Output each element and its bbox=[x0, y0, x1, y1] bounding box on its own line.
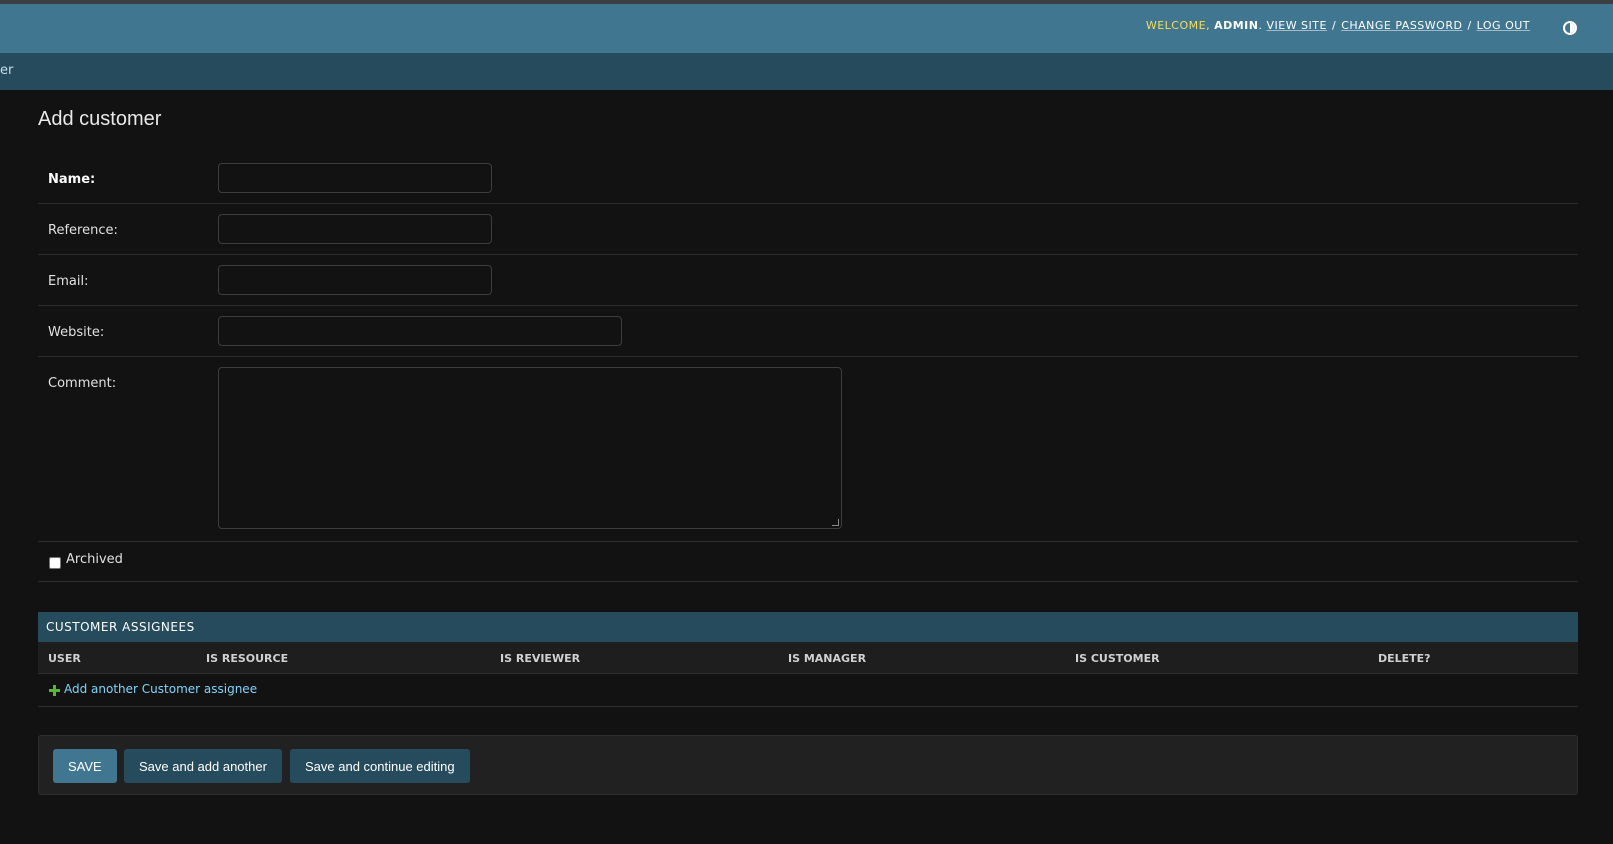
theme-toggle-icon[interactable] bbox=[1563, 21, 1577, 35]
plus-icon bbox=[49, 685, 60, 696]
reference-input[interactable] bbox=[218, 214, 492, 244]
add-another-assignee-link[interactable]: Add another Customer assignee bbox=[64, 682, 257, 696]
comment-label: Comment: bbox=[48, 376, 117, 391]
column-header-is-manager: IS MANAGER bbox=[788, 652, 867, 665]
form-row-archived: Archived bbox=[38, 542, 1578, 582]
form-row-email: Email: bbox=[38, 265, 1578, 306]
form-row-website: Website: bbox=[38, 316, 1578, 357]
user-tools: WELCOME, ADMIN. VIEW SITE / CHANGE PASSW… bbox=[1145, 19, 1530, 32]
add-row: Add another Customer assignee bbox=[38, 674, 1578, 707]
name-label: Name: bbox=[48, 172, 96, 187]
page-title: Add customer bbox=[38, 108, 162, 130]
inline-title: CUSTOMER ASSIGNEES bbox=[46, 620, 195, 634]
email-input[interactable] bbox=[218, 265, 492, 295]
email-label: Email: bbox=[48, 274, 89, 289]
inline-column-headers: USER IS RESOURCE IS REVIEWER IS MANAGER … bbox=[38, 642, 1578, 674]
save-and-add-another-button[interactable]: Save and add another bbox=[124, 749, 282, 783]
view-site-link[interactable]: VIEW SITE bbox=[1266, 19, 1327, 32]
column-header-is-customer: IS CUSTOMER bbox=[1075, 652, 1160, 665]
log-out-link[interactable]: LOG OUT bbox=[1477, 19, 1530, 32]
website-input[interactable] bbox=[218, 316, 622, 346]
column-header-is-resource: IS RESOURCE bbox=[206, 652, 289, 665]
website-label: Website: bbox=[48, 325, 105, 340]
change-password-link[interactable]: CHANGE PASSWORD bbox=[1341, 19, 1462, 32]
customer-assignees-inline: CUSTOMER ASSIGNEES USER IS RESOURCE IS R… bbox=[38, 612, 1578, 707]
form-row-name: Name: bbox=[38, 163, 1578, 204]
username: ADMIN bbox=[1214, 19, 1259, 32]
column-header-user: USER bbox=[48, 652, 81, 665]
save-and-continue-button[interactable]: Save and continue editing bbox=[290, 749, 470, 783]
column-header-is-reviewer: IS REVIEWER bbox=[500, 652, 581, 665]
archived-checkbox[interactable] bbox=[49, 557, 61, 569]
form-row-comment: Comment: bbox=[38, 367, 1578, 542]
breadcrumb: er bbox=[0, 53, 1613, 90]
welcome-text: WELCOME, bbox=[1145, 19, 1211, 32]
breadcrumb-text[interactable]: er bbox=[0, 63, 13, 78]
name-input[interactable] bbox=[218, 163, 492, 193]
save-button[interactable]: SAVE bbox=[53, 749, 117, 783]
inline-header: CUSTOMER ASSIGNEES bbox=[38, 612, 1578, 642]
comment-textarea[interactable] bbox=[218, 367, 842, 529]
archived-label[interactable]: Archived bbox=[66, 552, 123, 567]
site-header: WELCOME, ADMIN. VIEW SITE / CHANGE PASSW… bbox=[0, 4, 1613, 53]
reference-label: Reference: bbox=[48, 223, 118, 238]
column-header-delete: DELETE? bbox=[1378, 652, 1431, 665]
submit-row: SAVE Save and add another Save and conti… bbox=[38, 735, 1578, 795]
form-row-reference: Reference: bbox=[38, 214, 1578, 255]
